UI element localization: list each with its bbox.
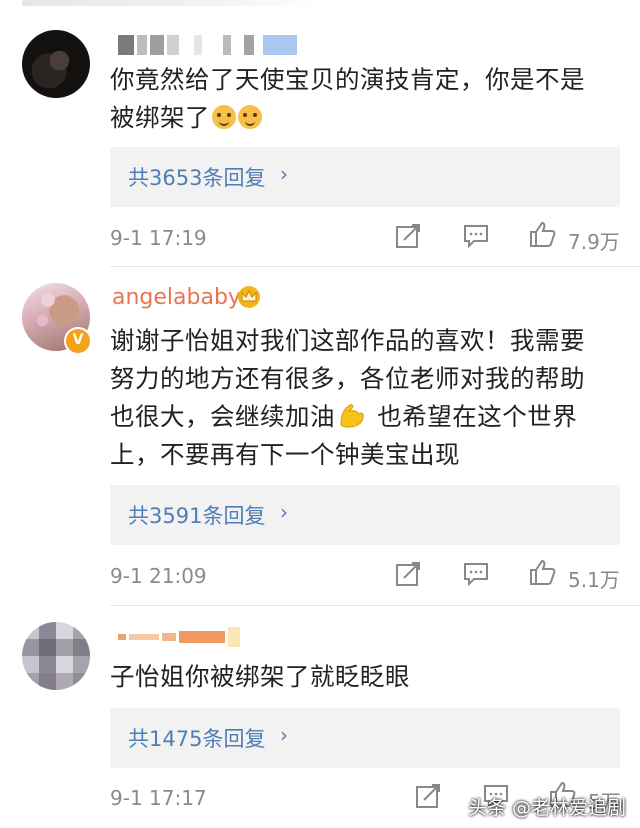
comment-time: 9-1 17:19 <box>110 226 207 250</box>
like-count: 7.9万 <box>568 230 620 254</box>
chevron-right-icon: › <box>280 723 288 747</box>
doge-emoji-icon <box>212 105 236 129</box>
comment-text-line: 子怡姐你被绑架了就眨眨眼 <box>110 662 410 691</box>
doge-emoji-icon <box>238 105 262 129</box>
comment-time: 9-1 17:17 <box>110 786 207 810</box>
comment-text: 你竟然给了天使宝贝的演技肯定，你是不是 被绑架了 <box>110 61 620 137</box>
comment-text-line: 努力的地方还有很多，各位老师对我的帮助 <box>110 364 585 393</box>
username-blurred[interactable] <box>118 626 240 648</box>
comment-text-line: 谢谢子怡姐对我们这部作品的喜欢！我需要 <box>110 326 585 355</box>
repost-icon[interactable] <box>414 782 442 810</box>
repost-icon[interactable] <box>394 222 422 250</box>
like-icon[interactable] <box>528 558 556 586</box>
comment-item: V angelababy 谢谢子怡姐对我们这部作品的喜欢！我需要 努力的地方还有… <box>0 267 640 605</box>
avatar[interactable] <box>22 622 90 690</box>
username-blurred[interactable] <box>118 34 297 56</box>
comment-text-line: 被绑架了 <box>110 103 210 132</box>
replies-link[interactable]: 共3591条回复 › <box>110 485 620 545</box>
comment-icon[interactable] <box>462 560 490 588</box>
comment-text-line: 上，不要再有下一个钟美宝出现 <box>110 440 460 469</box>
comment-text-line: 你竟然给了天使宝贝的演技肯定，你是不是 <box>110 65 585 94</box>
comment-text: 谢谢子怡姐对我们这部作品的喜欢！我需要 努力的地方还有很多，各位老师对我的帮助 … <box>110 322 620 474</box>
avatar-mosaic <box>22 622 90 690</box>
flexed-biceps-emoji-icon <box>340 404 364 428</box>
chevron-right-icon: › <box>280 500 288 524</box>
avatar[interactable] <box>22 30 90 98</box>
replies-link[interactable]: 共3653条回复 › <box>110 147 620 207</box>
comment-text-line: 也很大，会继续加油 <box>110 402 335 431</box>
repost-icon[interactable] <box>394 560 422 588</box>
comment-text: 子怡姐你被绑架了就眨眨眼 <box>110 658 620 696</box>
like-icon[interactable] <box>528 220 556 248</box>
replies-count-label[interactable]: 共3653条回复 <box>128 162 265 192</box>
username[interactable]: angelababy <box>112 285 241 310</box>
watermark: 头条 @老林爱追剧 <box>467 797 626 819</box>
like-count: 5.1万 <box>568 568 620 592</box>
comment-time: 9-1 21:09 <box>110 564 207 588</box>
replies-count-label[interactable]: 共3591条回复 <box>128 500 265 530</box>
comment-icon[interactable] <box>462 222 490 250</box>
chevron-right-icon: › <box>280 162 288 186</box>
comment-text-line: 也希望在这个世界 <box>369 402 578 431</box>
replies-link[interactable]: 共1475条回复 › <box>110 708 620 768</box>
verified-badge-icon: V <box>64 327 92 355</box>
comment-item: 你竟然给了天使宝贝的演技肯定，你是不是 被绑架了 共3653条回复 › 9-1 … <box>0 0 640 265</box>
replies-count-label[interactable]: 共1475条回复 <box>128 723 265 753</box>
crown-icon <box>238 286 260 308</box>
